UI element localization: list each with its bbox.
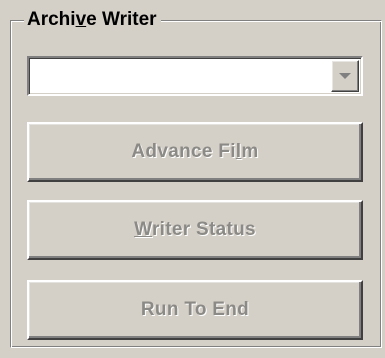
combo-dropdown-button[interactable] bbox=[331, 60, 359, 92]
title-part-2: e Writer bbox=[86, 9, 157, 30]
run-to-end-label-part-1: Run To End bbox=[140, 299, 250, 320]
groupbox-title: Archive Writer bbox=[24, 8, 161, 32]
writer-status-label: Writer Status bbox=[134, 219, 256, 241]
writer-status-button[interactable]: Writer Status bbox=[27, 200, 363, 260]
writer-status-label-part-2: riter Status bbox=[151, 219, 256, 240]
advance-film-button[interactable]: Advance Film bbox=[27, 122, 363, 182]
writer-select-combobox[interactable] bbox=[27, 56, 363, 96]
archive-writer-panel: Archive Writer Advance Film Writer Statu… bbox=[0, 0, 385, 358]
advance-film-label-part-2: m bbox=[241, 141, 259, 162]
writer-status-mnemonic: W bbox=[134, 219, 152, 240]
advance-film-label-part-1: Advance Fi bbox=[131, 141, 236, 162]
run-to-end-button[interactable]: Run To End bbox=[27, 280, 363, 340]
run-to-end-label: Run To End bbox=[141, 299, 249, 321]
advance-film-label: Advance Film bbox=[131, 141, 258, 163]
title-mnemonic: v bbox=[75, 9, 87, 30]
chevron-down-icon bbox=[339, 73, 351, 79]
title-part-1: Archi bbox=[27, 9, 76, 30]
